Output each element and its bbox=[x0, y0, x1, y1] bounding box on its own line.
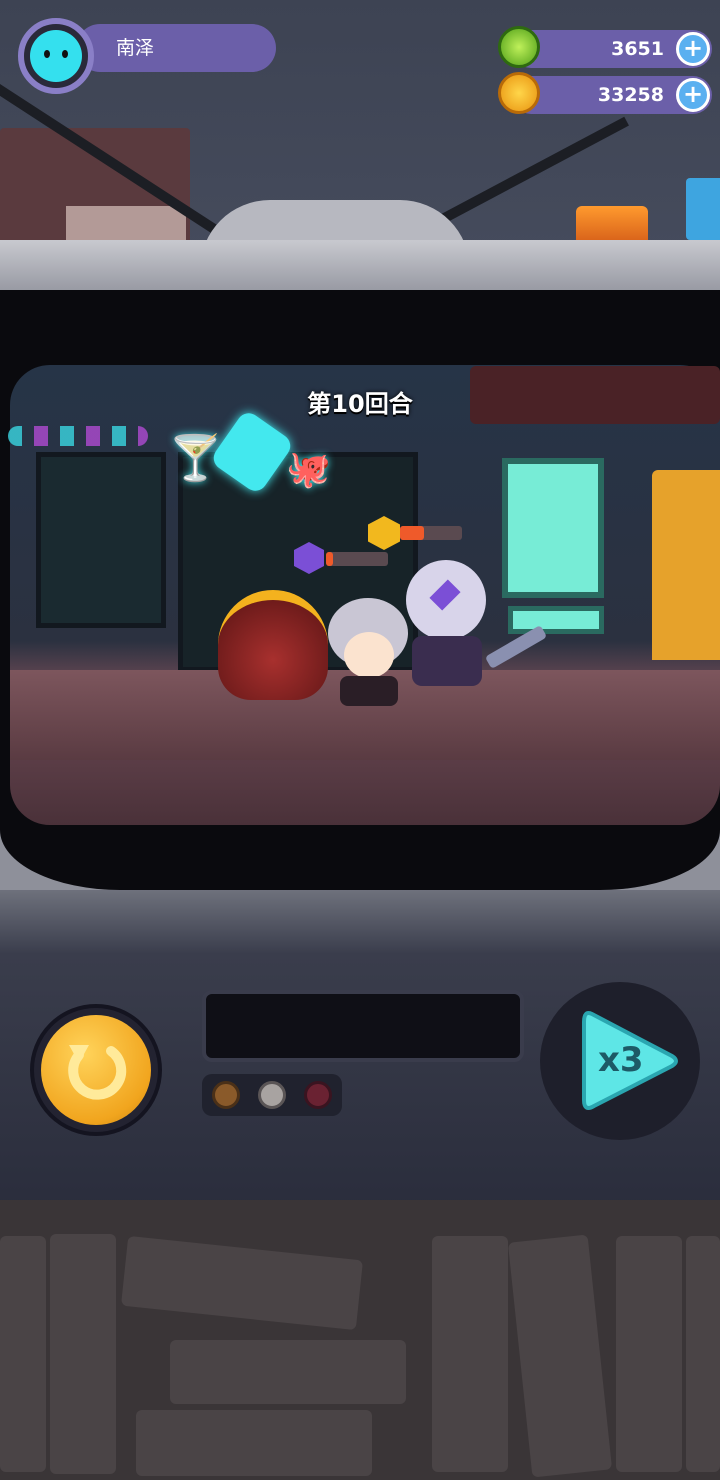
indicator-orange bbox=[212, 1081, 240, 1109]
currency-gems: 3651 + bbox=[498, 26, 712, 68]
book bbox=[432, 1236, 508, 1472]
speed-label: x3 bbox=[598, 1040, 644, 1080]
neon-lights-strip bbox=[8, 426, 148, 446]
health-bar-gem bbox=[326, 552, 388, 566]
indicator-red bbox=[304, 1081, 332, 1109]
gems-value: 3651 bbox=[611, 38, 664, 60]
green-window bbox=[502, 458, 604, 598]
book bbox=[136, 1410, 372, 1476]
restart-button[interactable] bbox=[30, 1004, 162, 1136]
round-label: 第10回合 bbox=[307, 390, 413, 418]
player-name: 南泽 bbox=[76, 24, 276, 72]
neon-sign-right bbox=[470, 366, 720, 424]
add-gold-button[interactable]: + bbox=[676, 78, 710, 112]
indicator-lights bbox=[202, 1074, 342, 1116]
item-slot bbox=[202, 990, 524, 1062]
player-profile[interactable]: 南泽 bbox=[18, 18, 276, 94]
enemy-fire-beast bbox=[218, 590, 328, 700]
book bbox=[616, 1236, 682, 1472]
green-coin-icon bbox=[498, 26, 540, 68]
orange-door bbox=[652, 470, 720, 660]
health-bar-shield bbox=[400, 526, 462, 540]
cat-avatar-icon bbox=[30, 30, 82, 82]
avatar[interactable] bbox=[18, 18, 94, 94]
side-menu-icon[interactable] bbox=[686, 178, 720, 240]
gold-value: 33258 bbox=[597, 84, 664, 106]
indicator-white bbox=[258, 1081, 286, 1109]
currency-gold: 33258 + bbox=[498, 72, 712, 114]
green-window-lower bbox=[508, 606, 604, 634]
neon-glass-icon: 🍸 bbox=[168, 433, 223, 484]
book bbox=[170, 1340, 406, 1404]
gold-planet-icon bbox=[498, 72, 540, 114]
hero-horned-knight bbox=[396, 560, 496, 690]
add-gems-button[interactable]: + bbox=[676, 32, 710, 66]
bar-window bbox=[36, 452, 166, 628]
book bbox=[50, 1234, 116, 1474]
speed-button[interactable]: x3 bbox=[540, 982, 700, 1140]
orange-lamp-decoration bbox=[576, 206, 648, 242]
restart-icon bbox=[41, 1015, 151, 1125]
book bbox=[0, 1236, 46, 1472]
book bbox=[686, 1236, 720, 1472]
neon-octopus-icon: 🐙 bbox=[286, 449, 331, 490]
label-tag bbox=[66, 206, 186, 240]
